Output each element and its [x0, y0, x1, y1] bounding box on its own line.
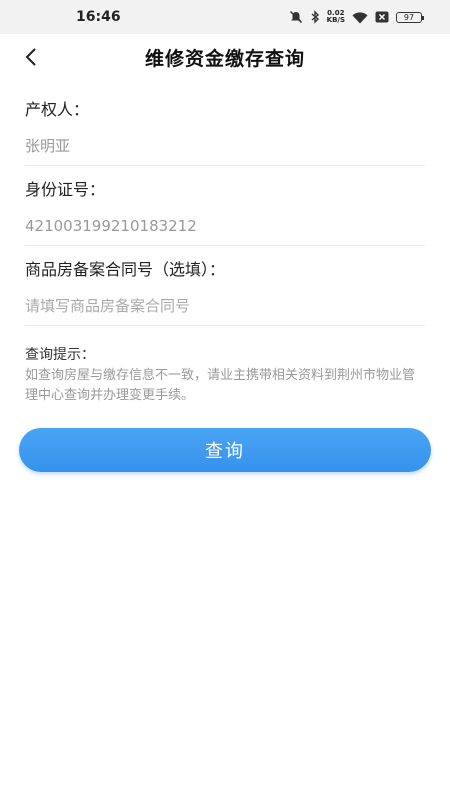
tips-title: 查询提示： [25, 347, 95, 363]
owner-field[interactable] [25, 126, 425, 166]
contract-number-label: 商品房备案合同号（选填）： [25, 260, 226, 279]
chevron-left-icon [25, 48, 36, 66]
page-title: 维修资金缴存查询 [144, 47, 305, 70]
status-time: 16:46 [76, 9, 121, 25]
query-tips: 查询提示： 如查询房屋与缴存信息不一致，请业主携带相关资料到荆州市物业管理中心查… [0, 326, 450, 406]
mute-icon [289, 10, 302, 24]
net-speed: 0.02 KB/S [327, 10, 345, 24]
net-speed-unit: KB/S [326, 16, 345, 24]
owner-label: 产权人： [25, 100, 90, 119]
status-bar: 16:46 0.02 KB/S 97 [0, 0, 450, 34]
query-form: 产权人： 身份证号： 商品房备案合同号（选填）： [0, 86, 450, 326]
tips-text: 如查询房屋与缴存信息不一致，请业主携带相关资料到荆州市物业管理中心查询并办理变更… [25, 368, 416, 403]
id-number-label: 身份证号： [25, 180, 106, 199]
navbar: 维修资金缴存查询 [0, 34, 450, 80]
sim-off-icon [375, 11, 389, 23]
wifi-icon [352, 11, 368, 23]
contract-number-field[interactable] [25, 286, 425, 326]
query-button[interactable]: 查询 [19, 428, 431, 472]
id-number-field[interactable] [25, 206, 425, 246]
battery-icon: 97 [396, 11, 424, 23]
back-button[interactable] [18, 44, 44, 70]
bluetooth-icon [311, 10, 319, 24]
status-icons: 0.02 KB/S 97 [289, 10, 424, 24]
